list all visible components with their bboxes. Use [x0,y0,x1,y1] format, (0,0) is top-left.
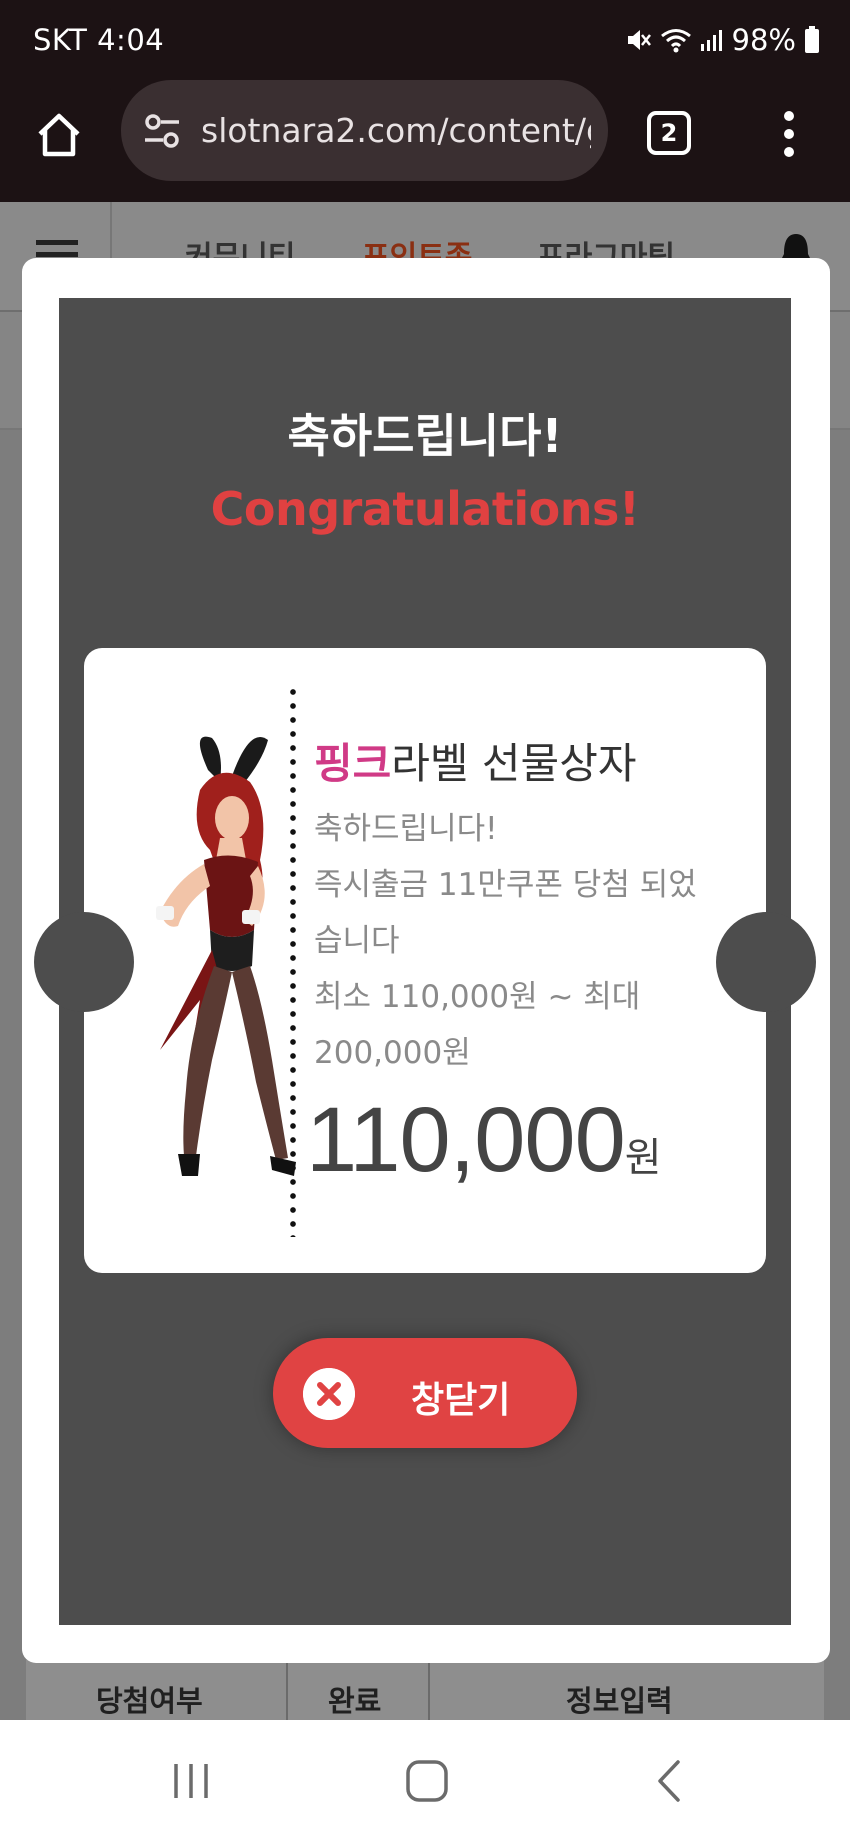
close-x-icon [303,1368,355,1420]
wifi-icon [660,27,692,53]
modal-title: 축하드립니다! [287,409,563,463]
more-menu-icon[interactable] [776,108,802,160]
carrier-time: SKT 4:04 [33,23,165,57]
table-header-complete: 완료 [328,1684,382,1718]
ticket-title-rest: 라벨 선물상자 [391,739,637,788]
prize-amount-unit: 원 [624,1136,662,1180]
ticket-title-accent: 핑크 [314,739,392,788]
bunny-character-illustration [156,736,296,1176]
results-table-header: 당첨여부 완료 정보입력 [26,1660,824,1720]
url-text: slotnara2.com/content/g [201,111,591,150]
ticket-notch-right [716,912,816,1012]
ticket-line: 즉시출금 11만쿠폰 당첨 되었 [314,867,697,903]
table-divider [428,1660,430,1720]
ticket-notch-left [34,912,134,1012]
address-bar[interactable]: slotnara2.com/content/g [121,80,608,181]
prize-amount-value: 110,000 [306,1089,626,1191]
table-divider [286,1660,288,1720]
ticket-line: 축하드립니다! [314,811,498,847]
battery-icon [804,26,820,54]
ticket-line: 최소 110,000원 ~ 최대 [314,979,641,1015]
table-header-info: 정보입력 [566,1684,673,1718]
close-button-label: 창닫기 [411,1380,511,1421]
close-button[interactable]: 창닫기 [273,1338,577,1448]
site-settings-icon[interactable] [141,110,183,152]
tab-count: 2 [660,119,678,147]
browser-toolbar: slotnara2.com/content/g 2 [0,80,850,202]
home-nav-icon[interactable] [402,1756,452,1806]
ticket-title: 핑크라벨 선물상자 [314,730,636,791]
home-icon[interactable] [34,110,84,160]
prize-amount: 110,000원 [306,1088,662,1193]
status-icons: 98% [626,23,820,57]
tabs-icon[interactable]: 2 [647,111,691,155]
mute-icon [626,26,652,54]
ticket-line: 200,000원 [314,1035,471,1071]
signal-icon [700,28,724,52]
battery-percent: 98% [731,23,796,57]
ticket-line: 습니다 [314,923,400,959]
back-icon[interactable] [644,1756,694,1806]
recent-apps-icon[interactable] [166,1756,216,1806]
status-bar: SKT 4:04 98% [0,0,850,80]
modal-subtitle: Congratulations! [210,482,640,536]
table-header-result: 당첨여부 [96,1684,203,1718]
system-nav-bar [0,1720,850,1842]
